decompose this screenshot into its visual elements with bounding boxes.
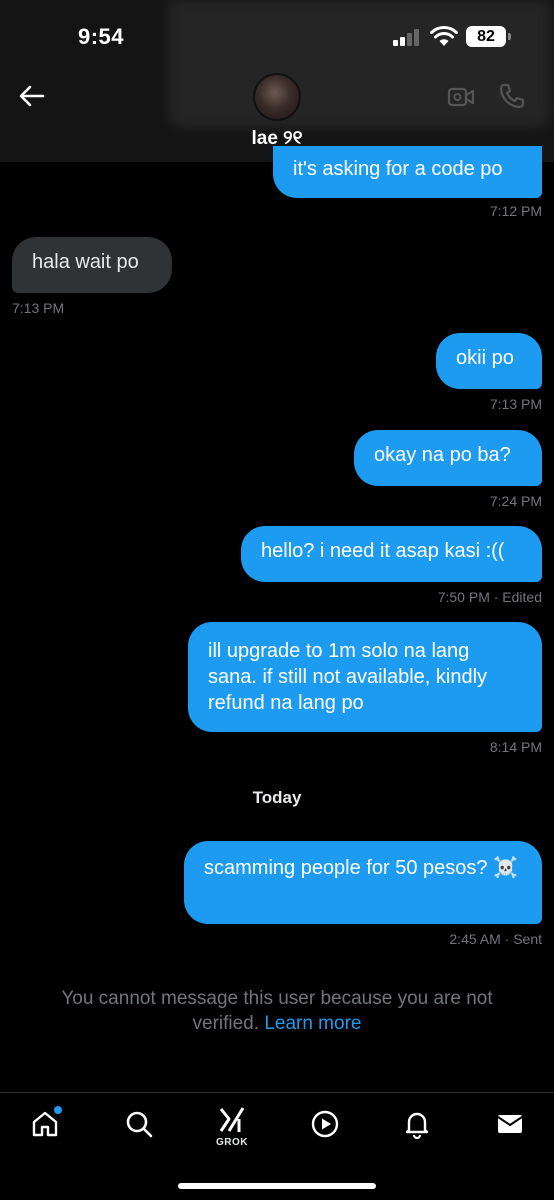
- message-bubble-outgoing[interactable]: ill upgrade to 1m solo na lang sana. if …: [188, 622, 542, 732]
- message-bubble-outgoing[interactable]: hello? i need it asap kasi :((: [241, 526, 542, 582]
- video-call-icon[interactable]: [447, 85, 475, 109]
- message-bubble-incoming[interactable]: hala wait po: [12, 237, 172, 293]
- message-timestamp: 7:50 PM · Edited: [437, 589, 542, 605]
- day-divider: Today: [252, 788, 302, 807]
- learn-more-link[interactable]: Learn more: [264, 1013, 361, 1034]
- message-timestamp: 7:13 PM: [489, 396, 542, 412]
- status-time: 9:54: [78, 24, 125, 49]
- message-bubble-outgoing[interactable]: okay na po ba?: [354, 430, 542, 486]
- messages-envelope-icon[interactable]: [495, 1109, 525, 1139]
- message-timestamp: 2:45 AM · Sent: [449, 931, 542, 947]
- home-indicator: [178, 1183, 376, 1189]
- grok-label[interactable]: GROK: [212, 1137, 252, 1148]
- status-bar: 9:54 82: [0, 0, 554, 70]
- message-bubble-outgoing[interactable]: it's asking for a code po: [273, 146, 542, 198]
- grok-icon[interactable]: [217, 1105, 247, 1135]
- message-bubble-outgoing[interactable]: scamming people for 50 pesos? ☠️: [184, 841, 542, 924]
- message-timestamp: 7:24 PM: [489, 493, 542, 509]
- back-arrow-icon[interactable]: [18, 82, 46, 110]
- play-icon[interactable]: [310, 1109, 340, 1139]
- battery-indicator: 82: [466, 26, 511, 47]
- message-timestamp: 8:14 PM: [489, 739, 542, 755]
- cannot-message-notice: You cannot message this user because you…: [30, 986, 524, 1036]
- message-timestamp: 7:12 PM: [489, 203, 542, 219]
- notification-dot: [54, 1106, 62, 1114]
- search-icon[interactable]: [124, 1109, 154, 1139]
- phone-call-icon[interactable]: [498, 82, 526, 110]
- avatar[interactable]: [253, 73, 301, 121]
- message-timestamp: 7:13 PM: [12, 300, 65, 316]
- message-bubble-outgoing[interactable]: okii po: [436, 333, 542, 389]
- notifications-bell-icon[interactable]: [402, 1109, 432, 1139]
- wifi-icon: [430, 25, 458, 46]
- cellular-signal-icon: [393, 28, 423, 46]
